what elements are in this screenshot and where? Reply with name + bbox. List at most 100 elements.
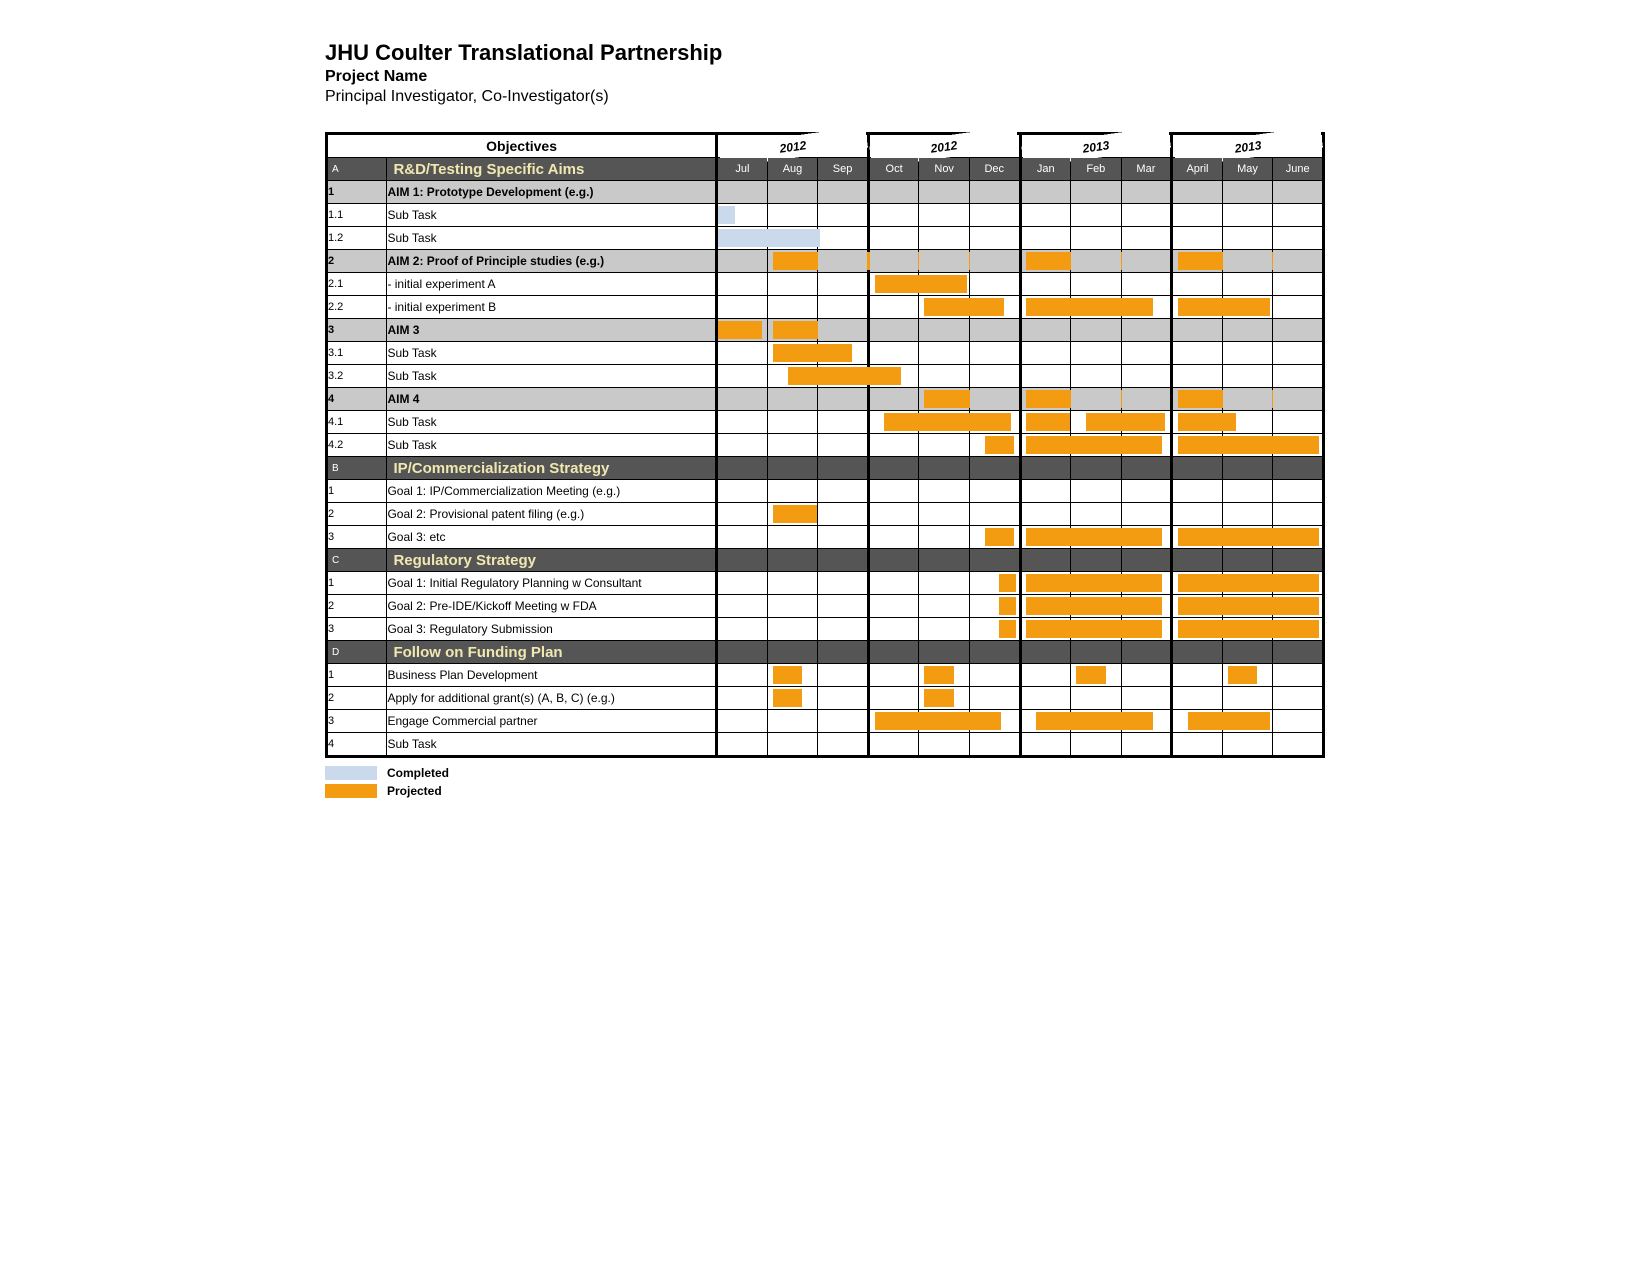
task-row: 3Goal 3: etc — [327, 526, 1324, 549]
gantt-cell — [1121, 273, 1172, 296]
gantt-cell — [868, 250, 919, 273]
section-month-cell — [767, 457, 818, 480]
gantt-cell — [1121, 664, 1172, 687]
gantt-cell — [818, 388, 869, 411]
month-label: Feb — [1071, 158, 1122, 181]
row-label: Goal 1: IP/Commercialization Meeting (e.… — [387, 480, 717, 503]
row-label: Engage Commercial partner — [387, 710, 717, 733]
gantt-cell — [1121, 618, 1172, 641]
gantt-cell — [818, 273, 869, 296]
row-index: 3 — [327, 710, 387, 733]
gantt-cell — [1172, 319, 1223, 342]
gantt-cell — [1020, 388, 1071, 411]
gantt-cell — [969, 319, 1020, 342]
task-row: 2.2 - initial experiment B — [327, 296, 1324, 319]
section-month-cell — [1121, 549, 1172, 572]
gantt-cell — [1020, 250, 1071, 273]
gantt-cell — [1020, 733, 1071, 757]
legend-projected-label: Projected — [387, 784, 442, 798]
month-label: Sep — [818, 158, 869, 181]
gantt-cell — [717, 204, 768, 227]
gantt-cell — [1071, 250, 1122, 273]
gantt-cell — [1273, 434, 1324, 457]
gantt-cell — [1121, 319, 1172, 342]
section-month-cell — [1273, 549, 1324, 572]
gantt-cell — [717, 733, 768, 757]
gantt-cell — [1121, 687, 1172, 710]
gantt-cell — [1071, 204, 1122, 227]
gantt-cell — [919, 273, 970, 296]
gantt-cell — [919, 687, 970, 710]
gantt-cell — [1172, 733, 1223, 757]
row-label: Business Plan Development — [387, 664, 717, 687]
gantt-cell — [818, 365, 869, 388]
gantt-cell — [969, 227, 1020, 250]
legend: Completed Projected — [325, 766, 1325, 798]
gantt-cell — [868, 480, 919, 503]
gantt-cell — [919, 503, 970, 526]
bar-completed — [718, 206, 735, 224]
gantt-cell — [717, 411, 768, 434]
gantt-cell — [969, 503, 1020, 526]
project-name: Project Name — [325, 68, 1325, 86]
gantt-cell — [1071, 434, 1122, 457]
gantt-cell — [1121, 710, 1172, 733]
gantt-cell — [767, 250, 818, 273]
gantt-cell — [717, 687, 768, 710]
bar-projected — [718, 321, 762, 339]
gantt-cell — [1273, 526, 1324, 549]
gantt-cell — [1121, 411, 1172, 434]
gantt-cell — [868, 342, 919, 365]
row-index: 1.1 — [327, 204, 387, 227]
objectives-header: Objectives — [327, 134, 717, 158]
gantt-cell — [1273, 319, 1324, 342]
section-month-cell — [1172, 641, 1223, 664]
task-row: 3Engage Commercial partner — [327, 710, 1324, 733]
section-id: B — [327, 457, 387, 480]
gantt-cell — [1071, 227, 1122, 250]
gantt-cell — [1172, 227, 1223, 250]
gantt-cell — [1020, 411, 1071, 434]
swatch-projected — [325, 784, 377, 798]
row-label: Sub Task — [387, 411, 717, 434]
month-label: Aug — [767, 158, 818, 181]
gantt-cell — [767, 480, 818, 503]
investigator-line: Principal Investigator, Co-Investigator(… — [325, 88, 1325, 106]
gantt-cell — [1020, 503, 1071, 526]
gantt-cell — [1273, 365, 1324, 388]
gantt-cell — [767, 618, 818, 641]
gantt-cell — [969, 388, 1020, 411]
section-month-cell — [1273, 641, 1324, 664]
gantt-cell — [717, 595, 768, 618]
bar-projected — [1076, 666, 1106, 684]
gantt-cell — [1273, 733, 1324, 757]
gantt-cell — [969, 480, 1020, 503]
section-month-cell — [1071, 641, 1122, 664]
gantt-cell — [717, 526, 768, 549]
gantt-cell — [1273, 503, 1324, 526]
gantt-cell — [1071, 687, 1122, 710]
task-row: 2Apply for additional grant(s) (A, B, C)… — [327, 687, 1324, 710]
gantt-cell — [1020, 480, 1071, 503]
swatch-completed — [325, 766, 377, 780]
gantt-cell — [1020, 296, 1071, 319]
task-row: 1Goal 1: Initial Regulatory Planning w C… — [327, 572, 1324, 595]
gantt-cell — [919, 296, 970, 319]
bar-projected — [999, 574, 1016, 592]
gantt-cell — [919, 710, 970, 733]
gantt-cell — [717, 572, 768, 595]
gantt-cell — [1222, 388, 1273, 411]
section-month-cell — [1222, 549, 1273, 572]
month-label: Mar — [1121, 158, 1172, 181]
gantt-cell — [767, 733, 818, 757]
gantt-cell — [868, 227, 919, 250]
task-row: 1Business Plan Development — [327, 664, 1324, 687]
gantt-cell — [717, 342, 768, 365]
section-month-cell — [1020, 549, 1071, 572]
gantt-cell — [868, 733, 919, 757]
gantt-cell — [717, 618, 768, 641]
gantt-cell — [1020, 710, 1071, 733]
gantt-cell — [1222, 526, 1273, 549]
gantt-cell — [1222, 710, 1273, 733]
gantt-cell — [717, 181, 768, 204]
